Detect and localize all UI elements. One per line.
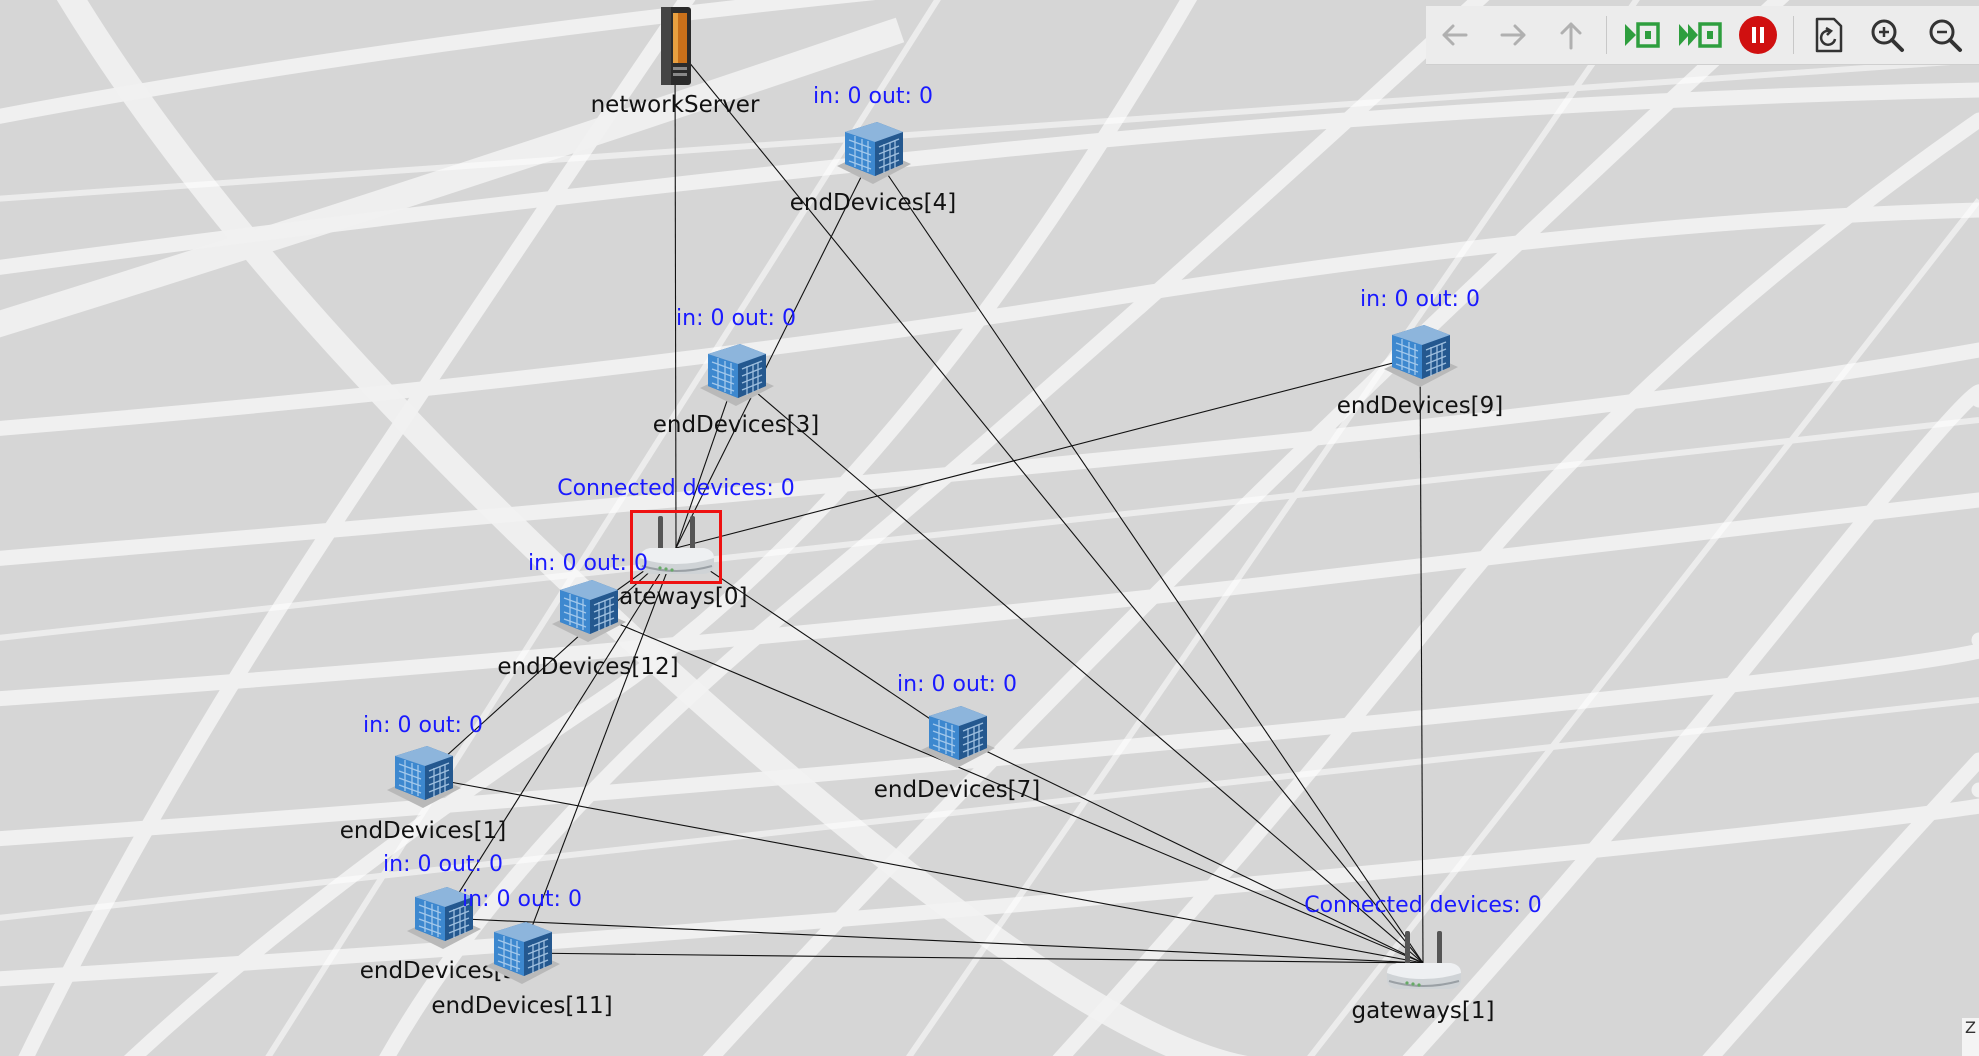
building-icon — [915, 702, 999, 776]
node-label: endDevices[12] — [497, 654, 679, 680]
connection-line — [442, 917, 1424, 964]
connection-lines — [422, 44, 1424, 964]
connection-line — [872, 152, 1424, 964]
connection-line — [675, 355, 1421, 549]
node-label: endDevices[1] — [339, 818, 507, 844]
network-canvas[interactable]: networkServer in: 0 out: 0 endDevices[4]… — [0, 0, 1979, 1056]
building-icon — [694, 340, 778, 414]
stop-button[interactable] — [1729, 6, 1787, 64]
fast-run-button[interactable] — [1671, 6, 1729, 64]
node-status: in: 0 out: 0 — [383, 852, 503, 877]
node-label: gateways[1] — [1351, 998, 1495, 1024]
building-icon — [831, 118, 915, 192]
node-label: endDevices[7] — [873, 777, 1041, 803]
node-status: Connected devices: 0 — [1304, 893, 1542, 918]
router-icon — [636, 512, 718, 586]
connection-line — [1419, 355, 1424, 964]
arrow-up-icon — [1560, 22, 1582, 50]
zoom-in-icon — [1871, 19, 1904, 52]
node-label: endDevices[11] — [431, 993, 613, 1019]
node-label: endDevices[9] — [1336, 393, 1504, 419]
arrow-right-icon — [1500, 24, 1526, 46]
zoom-in-button[interactable] — [1858, 6, 1916, 64]
zoom-out-button[interactable] — [1916, 6, 1974, 64]
node-label: networkServer — [590, 92, 760, 118]
play-next-event-icon — [1625, 22, 1660, 48]
building-icon — [546, 576, 630, 650]
connection-line — [521, 952, 1424, 964]
node-status: Connected devices: 0 — [557, 476, 795, 501]
node-label: endDevices[4] — [789, 190, 957, 216]
toolbar-separator — [1606, 16, 1607, 54]
building-icon — [480, 918, 564, 992]
zoom-out-icon — [1929, 19, 1962, 52]
run-button[interactable] — [1613, 6, 1671, 64]
router-icon — [1383, 927, 1465, 1001]
pause-icon — [1739, 16, 1777, 54]
building-icon — [1378, 321, 1462, 395]
zoom-indicator: Z — [1962, 1018, 1979, 1056]
connection-line — [735, 374, 1424, 964]
node-status: in: 0 out: 0 — [897, 672, 1017, 697]
node-status: in: 0 out: 0 — [528, 551, 648, 576]
connection-line — [674, 44, 1424, 964]
back-button[interactable] — [1426, 6, 1484, 64]
building-icon — [381, 742, 465, 816]
arrow-left-icon — [1442, 24, 1468, 46]
redraw-icon — [1815, 17, 1843, 53]
connection-line — [674, 44, 677, 549]
node-status: in: 0 out: 0 — [813, 84, 933, 109]
toolbar-separator — [1793, 16, 1794, 54]
node-status: in: 0 out: 0 — [462, 887, 582, 912]
forward-button[interactable] — [1484, 6, 1542, 64]
simulation-toolbar — [1426, 6, 1979, 65]
server-icon — [655, 5, 695, 91]
node-status: in: 0 out: 0 — [363, 713, 483, 738]
parent-button[interactable] — [1542, 6, 1600, 64]
connection-line — [422, 776, 1424, 964]
refresh-button[interactable] — [1800, 6, 1858, 64]
node-status: in: 0 out: 0 — [676, 306, 796, 331]
node-label: endDevices[3] — [652, 412, 820, 438]
connection-line — [956, 736, 1424, 964]
fast-forward-icon — [1679, 22, 1722, 48]
node-status: in: 0 out: 0 — [1360, 287, 1480, 312]
